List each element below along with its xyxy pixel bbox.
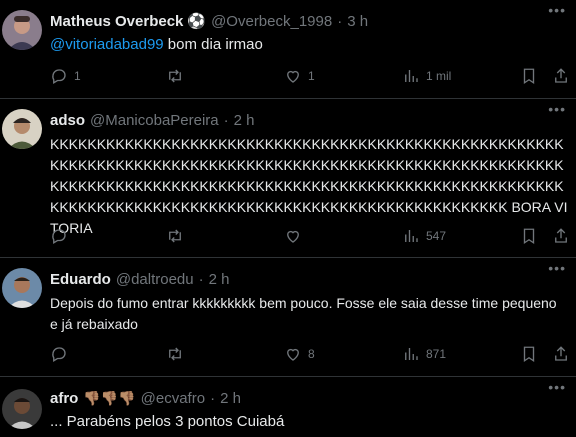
tweet[interactable]: Eduardo @daltroedu · 2 h Depois do fumo … [0,258,576,377]
tweet-text: KKKKKKKKKKKKKKKKKKKKKKKKKKKKKKKKKKKKKKKK… [50,136,568,236]
share-button[interactable] [552,345,570,363]
reply-button[interactable] [50,345,74,363]
views-icon [405,70,418,82]
reply-icon [52,229,66,244]
more-options-icon[interactable]: ••• [548,2,566,18]
heart-icon [287,230,299,243]
avatar[interactable] [2,268,42,308]
handle[interactable]: @ManicobaPereira [90,112,219,129]
tweet-header: afro 👎🏽👎🏽👎🏽 @ecvafro · 2 h [50,387,568,409]
display-name[interactable]: afro [50,390,78,407]
retweet-button[interactable] [166,345,190,363]
like-button[interactable]: 8 [284,345,315,363]
thumbs-down-icon: 👎🏽👎🏽👎🏽 [83,389,136,406]
like-button[interactable] [284,227,308,245]
display-name[interactable]: Eduardo [50,271,111,288]
soccer-ball-icon: ⚽ [187,13,207,30]
handle[interactable]: @daltroedu [116,271,194,288]
action-bar: 1 1 1 mil [0,66,576,86]
action-bar: 8 871 [0,344,576,364]
view-count: 547 [426,229,447,243]
views-button[interactable]: 547 [402,227,446,245]
timestamp[interactable]: 2 h [234,112,255,129]
views-icon [405,348,418,360]
reply-button[interactable] [50,227,74,245]
tweet[interactable]: Matheus Overbeck ⚽ @Overbeck_1998 · 3 h … [0,0,576,99]
tweet-header: Eduardo @daltroedu · 2 h [50,268,568,290]
bookmark-icon [523,68,535,85]
action-bar: 547 [0,226,576,246]
tweet[interactable]: adso @ManicobaPereira · 2 h KKKKKKKKKKKK… [0,99,576,258]
avatar[interactable] [2,10,42,50]
view-count: 871 [426,347,447,361]
timestamp[interactable]: 2 h [220,390,241,407]
handle[interactable]: @Overbeck_1998 [211,13,332,30]
like-button[interactable]: 1 [284,67,315,85]
share-button[interactable] [552,67,570,85]
timestamp[interactable]: 2 h [209,271,230,288]
like-count: 8 [308,347,315,361]
display-name[interactable]: Matheus Overbeck [50,13,183,30]
share-icon [555,228,567,243]
mention-link[interactable]: @vitoriadabad99 [50,36,164,53]
retweet-button[interactable] [166,227,190,245]
retweet-icon [169,69,181,83]
share-icon [555,346,567,361]
heart-icon [287,70,299,83]
retweet-icon [169,347,181,361]
timestamp[interactable]: 3 h [347,13,368,30]
separator: · [223,111,229,129]
display-name[interactable]: adso [50,112,85,129]
reply-icon [52,347,66,362]
separator: · [337,12,343,30]
reply-icon [52,69,66,84]
bookmark-icon [523,346,535,363]
tweet-header: adso @ManicobaPereira · 2 h [50,109,568,131]
views-icon [405,230,418,242]
separator: · [198,270,204,288]
avatar[interactable] [2,389,42,429]
tweet-text: @vitoriadabad99 bom dia irmao [50,34,568,55]
view-count: 1 mil [426,69,452,83]
tweet[interactable]: afro 👎🏽👎🏽👎🏽 @ecvafro · 2 h ... Parabéns … [0,377,576,437]
retweet-icon [169,229,181,243]
tweet-body: bom dia irmao [163,36,263,53]
bookmark-icon [523,228,535,245]
reply-button[interactable]: 1 [50,67,81,85]
avatar[interactable] [2,109,42,149]
tweet-text: Depois do fumo entrar kkkkkkkkk bem pouc… [50,295,561,332]
handle[interactable]: @ecvafro [141,390,205,407]
heart-icon [287,348,299,361]
views-button[interactable]: 871 [402,345,446,363]
bookmark-button[interactable] [520,227,538,245]
views-button[interactable]: 1 mil [402,67,451,85]
retweet-button[interactable] [166,67,190,85]
more-options-icon[interactable]: ••• [548,101,566,117]
tweet-header: Matheus Overbeck ⚽ @Overbeck_1998 · 3 h [50,10,568,32]
share-button[interactable] [552,227,570,245]
reply-count: 1 [74,69,81,83]
tweet-text: ... Parabéns pelos 3 pontos Cuiabá [50,413,285,430]
separator: · [210,389,216,407]
bookmark-button[interactable] [520,67,538,85]
like-count: 1 [308,69,315,83]
more-options-icon[interactable]: ••• [548,379,566,395]
share-icon [555,68,567,83]
bookmark-button[interactable] [520,345,538,363]
more-options-icon[interactable]: ••• [548,260,566,276]
